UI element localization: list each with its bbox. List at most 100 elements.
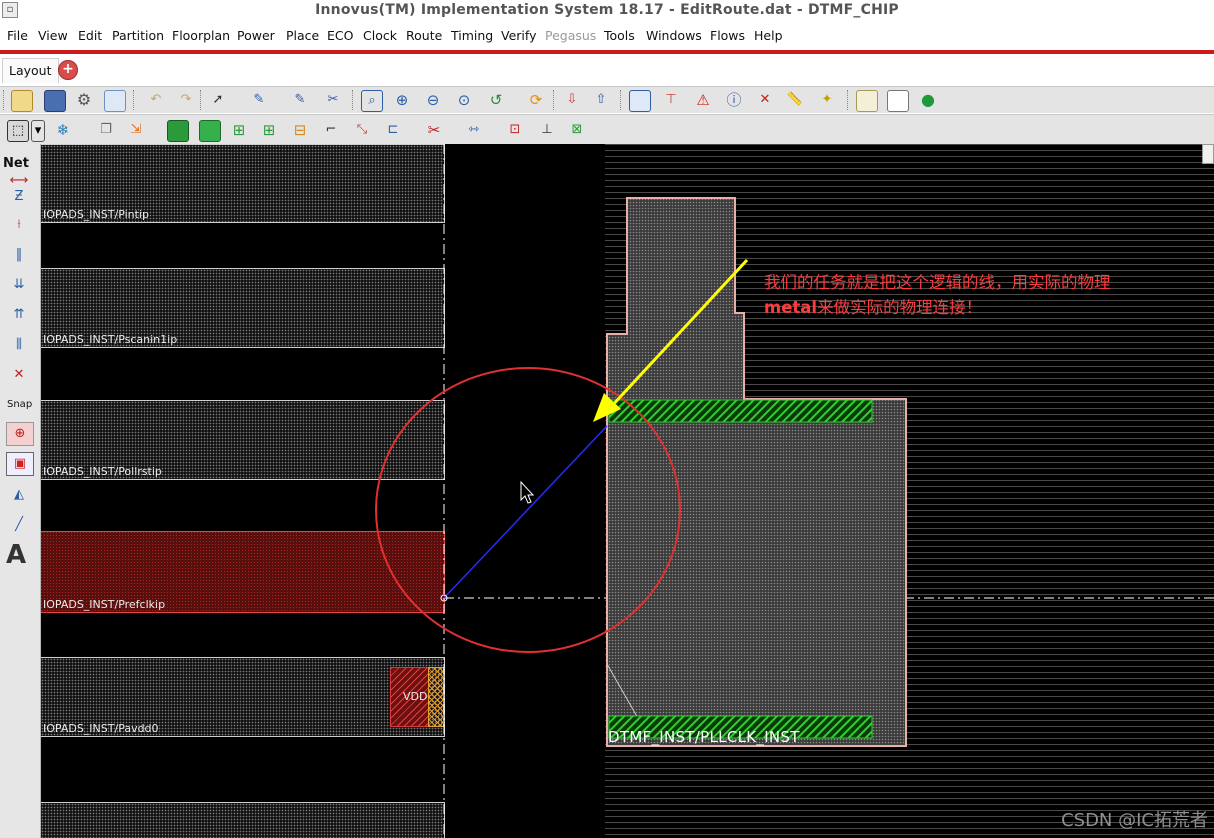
menu-flows[interactable]: Flows (710, 28, 745, 43)
annotation-line-2-rest: 来做实际的物理连接！ (817, 298, 983, 317)
menu-power[interactable]: Power (237, 28, 275, 43)
log-icon[interactable] (887, 90, 909, 112)
tab-row: Layout + (0, 56, 1214, 84)
select-mode-dropdown[interactable]: ▾ (31, 120, 45, 142)
title-bar: ▫ Innovus(TM) Implementation System 18.1… (0, 0, 1214, 22)
tab-layout[interactable]: Layout (2, 58, 59, 83)
add-pin-icon[interactable]: ⊞ (259, 120, 279, 140)
open-folder-icon[interactable] (11, 90, 33, 112)
copy-icon[interactable]: ❐ (96, 120, 116, 140)
cut-wire-icon[interactable]: ⌐ (321, 120, 341, 140)
zoom-out-icon[interactable]: ⊖ (423, 90, 443, 110)
delete-segment-icon[interactable]: ✕ (6, 364, 32, 386)
menu-route[interactable]: Route (406, 28, 442, 43)
mouse-cursor-icon (520, 480, 535, 504)
toolbar-sep (553, 90, 557, 110)
hierarchy-up-icon[interactable]: ⇧ (591, 90, 611, 110)
snowflake-icon[interactable]: ❄ (53, 120, 73, 140)
draw-line-icon[interactable]: ╱ (6, 514, 32, 536)
spacing-icon[interactable]: ⇿ (464, 120, 484, 140)
spread-down-icon[interactable]: ⇊ (6, 274, 32, 296)
toolbar-sep (847, 90, 851, 110)
zoom-previous-icon[interactable]: ↺ (486, 90, 506, 110)
spread-up-icon[interactable]: ⇈ (6, 304, 32, 326)
undo-icon[interactable]: ↶ (146, 90, 166, 110)
menu-file[interactable]: File (7, 28, 28, 43)
select-mode-icon[interactable]: ⬚ (7, 120, 29, 142)
print-icon[interactable] (104, 90, 126, 112)
layer-control-icon[interactable] (629, 90, 651, 112)
ruler-icon[interactable]: 📏 (785, 90, 805, 110)
wire-delete-icon[interactable]: ✂ (323, 90, 343, 110)
redo-icon[interactable]: ↷ (176, 90, 196, 110)
highlight-icon[interactable]: ✦ (817, 90, 837, 110)
window-title: Innovus(TM) Implementation System 18.17 … (315, 2, 899, 18)
watermark: CSDN @IC拓荒者 (1061, 810, 1208, 831)
menu-help[interactable]: Help (754, 28, 783, 43)
route-check-icon[interactable]: ⊠ (567, 120, 587, 140)
merge-icon[interactable]: ⊟ (290, 120, 310, 140)
add-via-icon[interactable]: ⊞ (229, 120, 249, 140)
menu-verify[interactable]: Verify (501, 28, 536, 43)
menu-edit[interactable]: Edit (78, 28, 102, 43)
menu-tools[interactable]: Tools (604, 28, 635, 43)
snap-label: Snap (7, 399, 33, 410)
toolbar-sep (620, 90, 624, 110)
trim-icon[interactable]: ⊥ (537, 120, 557, 140)
save-icon[interactable] (44, 90, 66, 112)
vertical-align-icon[interactable]: ‖ (6, 244, 32, 266)
zoom-in-icon[interactable]: ⊕ (392, 90, 412, 110)
scissors-icon[interactable]: ✂ (424, 120, 444, 140)
notes-icon[interactable] (856, 90, 878, 112)
hierarchy-down-icon[interactable]: ⇩ (562, 90, 582, 110)
menu-place[interactable]: Place (286, 28, 319, 43)
toolbar-sep (352, 90, 356, 110)
text-tool-icon[interactable]: A (6, 540, 26, 570)
stretch-icon[interactable] (167, 120, 189, 142)
menu-timing[interactable]: Timing (451, 28, 493, 43)
move-icon[interactable]: ⇲ (126, 120, 146, 140)
menu-divider (0, 50, 1214, 54)
run-icon[interactable]: ● (918, 90, 938, 110)
add-tab-button[interactable]: + (58, 60, 78, 80)
menu-windows[interactable]: Windows (646, 28, 702, 43)
menu-clock[interactable]: Clock (363, 28, 397, 43)
split-wire-icon[interactable]: ⟊ (6, 214, 32, 236)
menu-partition[interactable]: Partition (112, 28, 164, 43)
violation-browser-icon[interactable]: ⚠ (693, 90, 713, 110)
menu-floorplan[interactable]: Floorplan (172, 28, 230, 43)
zoom-area-icon[interactable]: ⊙ (454, 90, 474, 110)
menu-pegasus: Pegasus (545, 28, 597, 43)
info-icon[interactable]: ⓘ (724, 90, 744, 110)
edit-toolbar: ⬚ ▾ ❄ ❐ ⇲ ⊞ ⊞ ⊟ ⌐ ⤡ ⊏ ✂ ⇿ ⊡ ⊥ ⊠ (0, 114, 1214, 145)
menu-eco[interactable]: ECO (327, 28, 353, 43)
net-label[interactable]: Net (3, 156, 29, 171)
layout-canvas[interactable]: IOPADS_INST/Pintip IOPADS_INST/Pscanin1i… (41, 144, 1214, 838)
clear-markers-icon[interactable]: ✕ (755, 90, 775, 110)
split-icon[interactable]: ⤡ (352, 120, 372, 140)
main-toolbar: ⚙ ↶ ↷ ➚ ✎ ✎ ✂ ⌕ ⊕ ⊖ ⊙ ↺ ⟳ ⇩ ⇧ ⊤ ⚠ ⓘ ✕ 📏 … (0, 86, 1214, 113)
delete-wire-icon[interactable]: ⊡ (505, 120, 525, 140)
gear-icon[interactable]: ⚙ (74, 90, 94, 110)
wire-add-icon[interactable]: ✎ (290, 90, 310, 110)
zoom-fit-icon[interactable]: ⌕ (361, 90, 383, 112)
netlist-tree-icon[interactable]: ⊤ (661, 90, 681, 110)
toolbar-sep (133, 90, 137, 110)
add-shape-icon[interactable] (199, 120, 221, 142)
snap-angle-icon[interactable]: ◭ (6, 484, 32, 506)
annotation-line-2: metal来做实际的物理连接！ (764, 295, 1111, 320)
toolbar-sep (200, 90, 204, 110)
flightline[interactable] (443, 425, 608, 599)
snap-grid-icon[interactable]: ⊕ (6, 422, 34, 446)
spread-horizontal-icon[interactable]: ⫼ (6, 334, 32, 356)
wire-edit-icon[interactable]: ✎ (249, 90, 269, 110)
redraw-icon[interactable]: ⟳ (526, 90, 546, 110)
toolbar-grip (3, 90, 7, 110)
edit-wire-icon[interactable]: Ƶ (6, 186, 32, 208)
align-icon[interactable]: ⊏ (383, 120, 403, 140)
macro-label: DTMF_INST/PLLCLK_INST (608, 728, 800, 746)
menu-view[interactable]: View (38, 28, 68, 43)
select-arrow-icon[interactable]: ➚ (208, 90, 228, 110)
snap-pin-icon[interactable]: ▣ (6, 452, 34, 476)
pin-shape-top[interactable] (608, 399, 873, 423)
